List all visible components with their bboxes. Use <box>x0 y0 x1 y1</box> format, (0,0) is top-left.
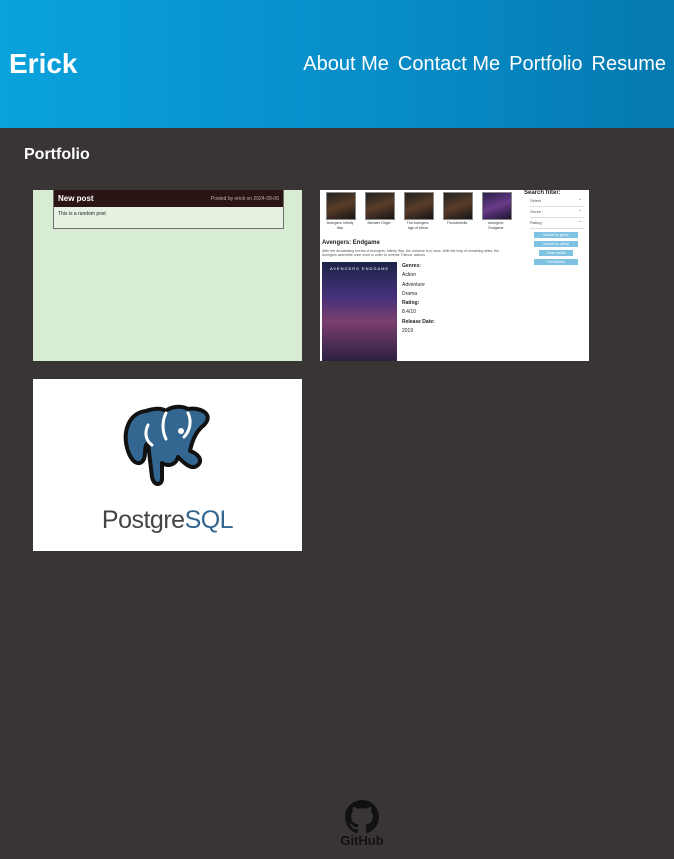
main-nav: About Me Contact Me Portfolio Resume <box>303 51 666 77</box>
nav-about-me[interactable]: About Me <box>303 51 389 77</box>
blog-post-title: New post <box>58 194 94 203</box>
release-date-value: 2019 <box>402 328 414 335</box>
movie-details: Genres: Action Adventure Drama Rating: 8… <box>402 262 435 336</box>
genres-label: Genres: <box>402 263 421 269</box>
site-header: Erick About Me Contact Me Portfolio Resu… <box>0 0 674 128</box>
filter-genre-button: Search by genre <box>534 232 578 238</box>
nav-resume[interactable]: Resume <box>592 51 666 77</box>
movie-thumb-caption: Monster Origin <box>367 221 391 225</box>
blog-post-preview: New post Posted by erick on 2024-09-06 T… <box>53 190 284 229</box>
filter-rating-select: Rating <box>530 218 584 229</box>
movie-thumb-image <box>326 192 356 220</box>
blog-post-body: This is a random post <box>58 211 106 217</box>
movie-thumbnails: Avengers: Infinity War Monster Origin Th… <box>326 192 512 231</box>
movie-thumb: Thunderbolts <box>443 192 473 231</box>
github-label[interactable]: GitHub <box>333 833 391 848</box>
project-card-movies[interactable]: Avengers: Infinity War Monster Origin Th… <box>320 190 589 361</box>
movie-thumb-image <box>443 192 473 220</box>
project-card-blog[interactable]: New post Posted by erick on 2024-09-06 T… <box>33 190 302 361</box>
release-date-label: Release Date: <box>402 318 435 325</box>
clear-results-button: Clear results <box>539 250 573 256</box>
rating-value: 8.4/10 <box>402 309 416 316</box>
movie-thumb: The Avengers: Age of Ultron <box>404 192 434 231</box>
project-card-postgresql[interactable]: PostgreSQL <box>33 379 302 551</box>
blog-post-header: New post Posted by erick on 2024-09-06 <box>54 190 283 207</box>
genre-value: Action <box>402 272 416 279</box>
filter-rating-button: Search by rating <box>534 241 578 247</box>
movie-thumb-caption: The Avengers: Age of Ultron <box>406 221 430 230</box>
movie-thumb-caption: Avengers: Endgame <box>488 221 504 230</box>
movie-thumb-image <box>365 192 395 220</box>
movie-thumb: Avengers: Infinity War <box>326 192 356 231</box>
movie-thumb: Avengers: Endgame <box>482 192 512 231</box>
movie-title: Avengers: Endgame <box>322 240 380 246</box>
movie-thumb-image <box>482 192 512 220</box>
github-icon[interactable] <box>345 800 379 834</box>
movie-description: After the devastating events of Avengers… <box>322 249 500 257</box>
search-filter: Search filter: Select Genre Rating Searc… <box>524 190 584 265</box>
postgresql-elephant-icon <box>123 404 210 486</box>
movie-poster: AVENGERS ENDGAME <box>322 262 397 361</box>
genre-value: Drama <box>402 290 418 297</box>
wordmark-postgre: Postgre <box>101 506 185 534</box>
filter-select: Select <box>530 196 584 207</box>
movie-thumb-caption: Thunderbolts <box>446 221 468 225</box>
wordmark-sql: SQL <box>184 506 234 534</box>
blog-post-meta: Posted by erick on 2024-09-06 <box>210 195 279 202</box>
site-brand[interactable]: Erick <box>9 48 78 80</box>
section-title: Portfolio <box>24 146 90 163</box>
rating-label: Rating: <box>402 300 420 307</box>
get-movies-button: Get Movies <box>534 259 578 265</box>
postgresql-wordmark: PostgreSQL <box>33 506 302 535</box>
nav-contact-me[interactable]: Contact Me <box>398 51 500 77</box>
movie-thumb: Monster Origin <box>365 192 395 231</box>
nav-portfolio[interactable]: Portfolio <box>509 51 582 77</box>
genre-value: Adventure <box>402 281 425 288</box>
movie-thumb-caption: Avengers: Infinity War <box>326 221 354 230</box>
movie-poster-text: AVENGERS ENDGAME <box>329 266 390 271</box>
movie-thumb-image <box>404 192 434 220</box>
filter-genre-select: Genre <box>530 207 584 218</box>
search-filter-title: Search filter: <box>524 190 561 196</box>
